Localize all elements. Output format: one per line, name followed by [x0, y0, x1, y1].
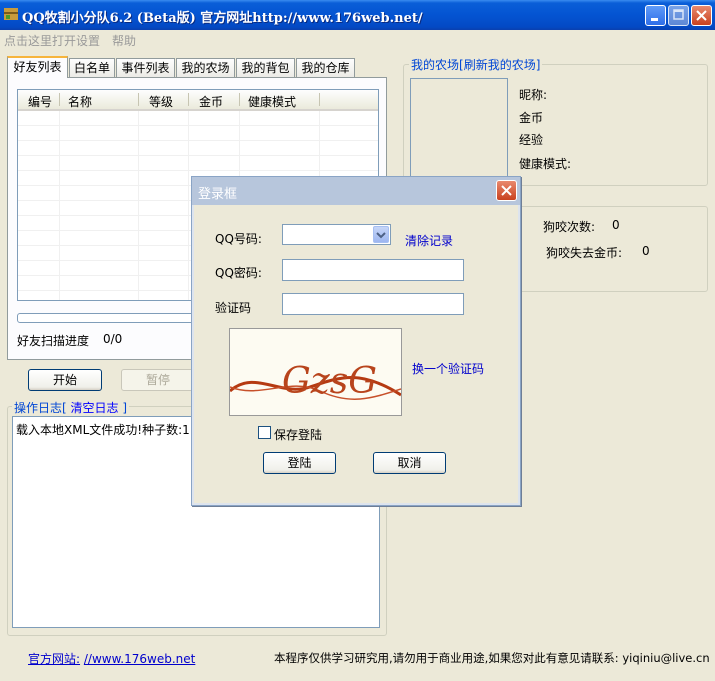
column-level[interactable]: 等级: [149, 93, 173, 110]
nickname-label: 昵称:: [519, 88, 548, 102]
start-button[interactable]: 开始: [28, 369, 102, 391]
pause-button: 暂停: [121, 369, 195, 391]
dog-lost-gold-label: 狗咬失去金币:: [546, 246, 623, 260]
dog-lost-gold-value: 0: [642, 244, 650, 258]
log-title-text: 操作日志[: [14, 401, 67, 415]
log-line: 载入本地XML文件成功!种子数:1: [16, 423, 190, 437]
column-health-mode[interactable]: 健康模式: [248, 93, 296, 110]
tab-my-warehouse[interactable]: 我的仓库: [296, 58, 355, 77]
maximize-button: [668, 5, 689, 26]
maximize-icon: [673, 9, 684, 20]
captcha-field[interactable]: [282, 293, 464, 315]
farm-avatar-frame: [410, 78, 508, 178]
title-bar: QQ牧割小分队6.2 (Beta版) 官方网址http://www.176web…: [0, 0, 715, 30]
official-site-link[interactable]: 官方网站: //www.176web.net: [28, 650, 195, 667]
cancel-button[interactable]: 取消: [373, 452, 446, 474]
captcha-label: 验证码: [215, 301, 252, 315]
farm-title: 我的农场[刷新我的农场]: [409, 56, 543, 73]
qq-dropdown-button[interactable]: [373, 226, 389, 243]
close-icon: [696, 10, 707, 21]
exp-label: 经验: [519, 133, 544, 147]
qq-password-field[interactable]: [282, 259, 464, 281]
app-icon: [4, 8, 18, 20]
refresh-farm-link[interactable]: 刷新我的农场: [464, 58, 536, 72]
log-title: 操作日志[ 清空日志 ]: [12, 399, 130, 416]
change-captcha-link[interactable]: 换一个验证码: [412, 360, 484, 377]
tab-my-bag[interactable]: 我的背包: [236, 58, 295, 77]
login-dialog-title: 登录框: [198, 187, 238, 202]
tab-friend-list[interactable]: 好友列表: [7, 56, 68, 78]
chevron-down-icon: [376, 232, 386, 239]
official-site-label: 官方网站:: [28, 652, 81, 666]
minimize-button[interactable]: [645, 5, 666, 26]
captcha-text: GzsG: [282, 361, 377, 402]
disclaimer-text: 本程序仅供学习研究用,请勿用于商业用途,如果您对此有意见请联系: yiqiniu…: [274, 651, 710, 665]
tab-whitelist[interactable]: 白名单: [69, 58, 115, 77]
clear-log-link[interactable]: 清空日志: [71, 401, 119, 415]
close-button[interactable]: [691, 5, 712, 26]
scan-progress-value: 0/0: [103, 332, 123, 346]
menu-help[interactable]: 帮助: [112, 32, 136, 49]
login-close-button[interactable]: [496, 180, 517, 201]
login-dialog-titlebar[interactable]: 登录框: [192, 177, 520, 205]
dog-bite-count-value: 0: [612, 218, 620, 232]
table-header: 编号 名称 等级 金币 健康模式: [18, 90, 378, 111]
close-icon: [501, 185, 512, 196]
captcha-graphic: GzsG: [230, 361, 401, 402]
health-mode-label: 健康模式:: [519, 157, 572, 171]
clear-record-link[interactable]: 清除记录: [405, 232, 453, 249]
save-login-checkbox[interactable]: [258, 426, 271, 439]
column-name[interactable]: 名称: [68, 93, 92, 110]
farm-title-text: 我的农场[: [411, 58, 464, 72]
qq-number-label: QQ号码:: [215, 232, 262, 246]
captcha-image: GzsG: [229, 328, 402, 416]
minimize-icon: [651, 18, 658, 21]
dog-bite-count-label: 狗咬次数:: [543, 220, 596, 234]
window-title: QQ牧割小分队6.2 (Beta版) 官方网址http://www.176web…: [22, 11, 423, 26]
qq-number-combobox[interactable]: [282, 224, 391, 245]
menu-bar: 点击这里打开设置 帮助: [0, 30, 715, 50]
tab-my-farm[interactable]: 我的农场: [176, 58, 235, 77]
scan-progress-label: 好友扫描进度: [17, 334, 90, 348]
log-title-end: ]: [122, 401, 128, 415]
gold-label: 金币: [519, 111, 544, 125]
column-gold[interactable]: 金币: [199, 93, 223, 110]
tab-events[interactable]: 事件列表: [116, 58, 175, 77]
qq-password-label: QQ密码:: [215, 266, 262, 280]
menu-settings[interactable]: 点击这里打开设置: [4, 32, 100, 49]
save-login-label[interactable]: 保存登陆: [274, 426, 322, 443]
column-id[interactable]: 编号: [28, 93, 52, 110]
official-site-url[interactable]: //www.176web.net: [84, 652, 195, 666]
scan-progress-bar: [17, 313, 199, 323]
farm-title-end: ]: [535, 58, 541, 72]
login-button[interactable]: 登陆: [263, 452, 336, 474]
